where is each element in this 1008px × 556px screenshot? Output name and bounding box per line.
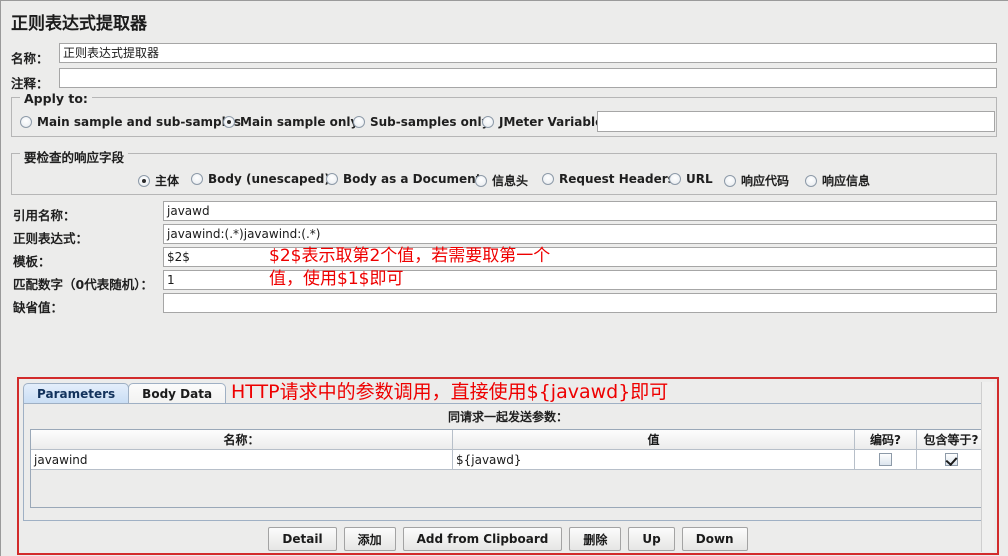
table-header-row: 名称： 值 编码? 包含等于? xyxy=(31,430,985,450)
jmeter-variable-input[interactable] xyxy=(597,111,995,132)
radio-body[interactable]: 主体 xyxy=(138,172,179,189)
vertical-scrollbar[interactable] xyxy=(981,382,994,552)
radio-icon xyxy=(669,173,681,185)
radio-main-sample-only[interactable]: Main sample only xyxy=(223,115,358,129)
default-value-input[interactable] xyxy=(163,293,997,313)
radio-main-sample-and-sub-samples[interactable]: Main sample and sub-samples xyxy=(20,115,241,129)
column-header-value[interactable]: 值 xyxy=(453,430,855,449)
template-annotation: $2$表示取第2个值，若需要取第一个 值，使用$1$即可 xyxy=(269,246,551,289)
detail-button[interactable]: Detail xyxy=(268,527,337,551)
parameters-button-bar: Detail 添加 Add from Clipboard 删除 Up Down xyxy=(23,525,993,553)
radio-label: Sub-samples only xyxy=(370,115,490,129)
name-label: 名称： xyxy=(11,51,49,66)
add-button[interactable]: 添加 xyxy=(343,527,396,551)
radio-sub-samples-only[interactable]: Sub-samples only xyxy=(353,115,489,129)
column-header-encode[interactable]: 编码? xyxy=(855,430,917,449)
radio-label: 响应信息 xyxy=(822,174,871,188)
tab-body-data[interactable]: Body Data xyxy=(128,383,227,404)
table-row[interactable]: javawind ${javawd} xyxy=(31,450,985,469)
ref-name-input[interactable]: javawd xyxy=(163,201,997,221)
radio-headers[interactable]: 信息头 xyxy=(475,172,528,189)
delete-button[interactable]: 删除 xyxy=(569,527,622,551)
radio-label: Main sample and sub-samples xyxy=(37,115,242,129)
radio-label: URL xyxy=(686,172,713,186)
regex-input[interactable]: javawind:(.*)javawind:(.*) xyxy=(163,224,997,244)
cell-name[interactable]: javawind xyxy=(31,450,453,469)
radio-body-unescaped[interactable]: Body (unescaped) xyxy=(191,172,330,186)
radio-icon xyxy=(191,173,203,185)
radio-icon xyxy=(542,173,554,185)
comment-label: 注释： xyxy=(11,76,49,91)
radio-label: Main sample only xyxy=(240,115,359,129)
column-header-include-equals[interactable]: 包含等于? xyxy=(917,430,985,449)
default-value-label: 缺省值： xyxy=(13,300,64,315)
radio-label: 主体 xyxy=(155,174,180,188)
name-input[interactable]: 正则表达式提取器 xyxy=(59,43,997,63)
radio-icon xyxy=(482,116,494,128)
radio-label: Body (unescaped) xyxy=(208,172,330,186)
include-equals-checkbox[interactable] xyxy=(944,453,958,466)
cell-encode[interactable] xyxy=(855,450,917,469)
radio-jmeter-variable[interactable]: JMeter Variable xyxy=(482,115,603,129)
radio-response-message[interactable]: 响应信息 xyxy=(805,172,870,189)
radio-icon xyxy=(724,174,736,187)
parameters-panel: Parameters Body Data HTTP请求中的参数调用，直接使用${… xyxy=(17,377,999,555)
radio-label: JMeter Variable xyxy=(499,115,604,129)
regex-label: 正则表达式： xyxy=(13,231,89,246)
encode-checkbox[interactable] xyxy=(879,453,892,466)
radio-label: 信息头 xyxy=(492,174,529,188)
template-label: 模板： xyxy=(13,254,51,269)
radio-label: Request Headers xyxy=(559,172,675,186)
radio-response-code[interactable]: 响应代码 xyxy=(724,172,789,189)
cell-value[interactable]: ${javawd} xyxy=(453,450,855,469)
ref-name-label: 引用名称： xyxy=(13,208,76,223)
send-with-request-label: 同请求一起发送参数： xyxy=(447,410,568,424)
tab-parameters[interactable]: Parameters xyxy=(23,383,130,404)
comment-input[interactable] xyxy=(59,68,997,88)
match-number-label: 匹配数字（0代表随机）： xyxy=(13,277,153,292)
add-from-clipboard-button[interactable]: Add from Clipboard xyxy=(402,527,563,551)
radio-icon xyxy=(20,116,32,128)
radio-icon xyxy=(138,174,150,187)
radio-icon xyxy=(353,116,365,128)
down-button[interactable]: Down xyxy=(681,527,748,551)
radio-label: Body as a Document xyxy=(343,172,482,186)
response-field-group-title: 要检查的响应字段 xyxy=(20,147,129,166)
radio-icon xyxy=(223,116,235,128)
radio-icon xyxy=(805,174,817,187)
parameters-table: 名称： 值 编码? 包含等于? javawind ${javawd} xyxy=(30,429,986,508)
radio-request-headers[interactable]: Request Headers xyxy=(542,172,675,186)
regex-extractor-window: 正则表达式提取器 名称： 正则表达式提取器 注释： Apply to: Main… xyxy=(0,0,1008,556)
tabstrip: Parameters Body Data xyxy=(23,382,227,404)
radio-body-as-a-document[interactable]: Body as a Document xyxy=(326,172,481,186)
up-button[interactable]: Up xyxy=(628,527,675,551)
apply-to-group-title: Apply to: xyxy=(20,91,92,106)
tab-panel-parameters: 同请求一起发送参数： 名称： 值 编码? 包含等于? javawind ${ja… xyxy=(23,403,993,521)
radio-icon xyxy=(475,174,487,187)
radio-label: 响应代码 xyxy=(741,174,790,188)
params-annotation: HTTP请求中的参数调用，直接使用${javawd}即可 xyxy=(231,381,669,403)
radio-url[interactable]: URL xyxy=(669,172,713,186)
radio-icon xyxy=(326,173,338,185)
column-header-name[interactable]: 名称： xyxy=(31,430,453,449)
table-empty-area xyxy=(31,469,985,507)
page-title: 正则表达式提取器 xyxy=(11,14,147,34)
cell-include-equals[interactable] xyxy=(917,450,985,469)
